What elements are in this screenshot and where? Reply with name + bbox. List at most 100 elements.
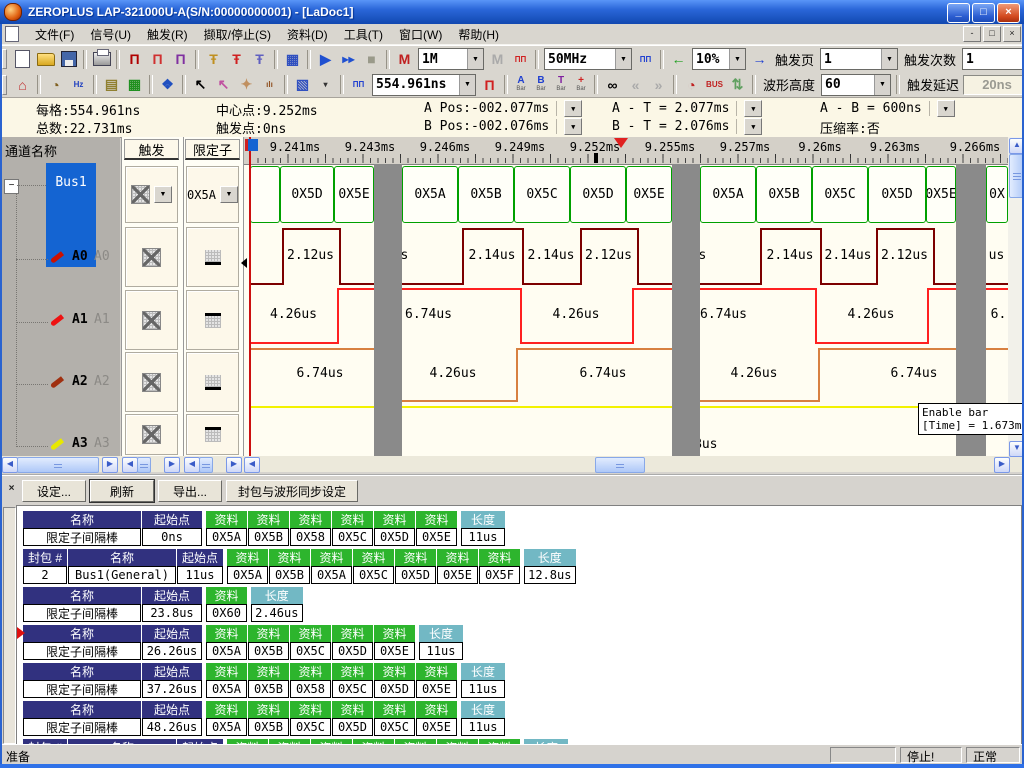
navigator-icon[interactable]: ❖ xyxy=(156,74,179,96)
clock-icon[interactable]: ◔ xyxy=(44,74,67,96)
packet-value-row[interactable]: 2Bus1(General)11us0X5A0X5B0X5A0X5C0X5D0X… xyxy=(23,566,577,584)
channel-label-a2[interactable]: A2 xyxy=(72,374,88,389)
save-icon[interactable] xyxy=(57,48,80,70)
waveform-scroll-thumb[interactable] xyxy=(595,457,645,473)
refresh-button[interactable]: 刷新 xyxy=(90,480,154,502)
memory-page-gray-icon[interactable]: M xyxy=(486,48,509,70)
trigger-scroll-right-button[interactable]: ▶ xyxy=(164,457,180,473)
qualifier-level-box[interactable] xyxy=(205,313,221,328)
menu-item-6[interactable]: 工具(T) xyxy=(336,24,391,45)
qualifier-scroll-thumb[interactable] xyxy=(199,457,213,473)
zoom-wave-icon[interactable]: ПП xyxy=(347,74,370,96)
wave-height-combo[interactable]: 60▼ xyxy=(821,74,891,96)
maximize-button[interactable]: □ xyxy=(972,3,995,23)
chevron-down-icon[interactable]: ▼ xyxy=(937,100,955,117)
menu-item-8[interactable]: 帮助(H) xyxy=(450,24,507,45)
trigger-cell-a1[interactable] xyxy=(125,290,178,350)
waveform-scroll-left-button[interactable]: ◀ xyxy=(244,457,260,473)
statistics-icon[interactable]: ılı xyxy=(258,74,281,96)
channel-label-a0[interactable]: A0 xyxy=(72,249,88,264)
new-document-icon[interactable] xyxy=(11,48,34,70)
toolbar-handle[interactable] xyxy=(2,75,7,95)
wave-mode-icon[interactable]: ▧ xyxy=(291,74,314,96)
mdi-close-button[interactable]: × xyxy=(1003,26,1021,42)
frequency-icon[interactable]: Hz xyxy=(67,74,90,96)
pulse-red-icon[interactable]: ПП xyxy=(509,48,532,70)
export-button[interactable]: 导出... xyxy=(158,480,222,502)
edit-pointer-icon[interactable]: ↖ xyxy=(212,74,235,96)
b-bar-icon[interactable]: BBar xyxy=(531,74,551,96)
chevron-down-icon[interactable]: ▼ xyxy=(729,49,745,69)
trigger-cursor-icon[interactable]: Ŧ xyxy=(248,48,271,70)
tree-expander[interactable]: − xyxy=(4,179,19,194)
close-button[interactable]: × xyxy=(997,3,1020,23)
chevron-down-icon[interactable]: ▼ xyxy=(874,75,890,95)
plus-bar-icon[interactable]: +Bar xyxy=(571,74,591,96)
find-icon[interactable]: ∞ xyxy=(601,74,624,96)
chevron-down-icon[interactable]: ▼ xyxy=(744,100,762,117)
bus-channel-label[interactable]: Bus1 xyxy=(46,163,96,267)
qualifier-cell-bus1[interactable]: 0X5A▼ xyxy=(186,166,239,223)
channel-scroll-thumb[interactable] xyxy=(17,457,99,473)
qualifier-cell-a0[interactable] xyxy=(186,227,239,287)
pan-left-icon[interactable]: ← xyxy=(667,48,690,70)
trigger-count-combo[interactable]: 1▼ xyxy=(962,48,1024,70)
trigger-mark-icon[interactable]: Ŧ xyxy=(202,48,225,70)
trigger-cell-bus1[interactable]: ▼ xyxy=(125,166,178,223)
trigger-bar-line[interactable] xyxy=(249,137,251,456)
packet-value-row[interactable]: 限定子间隔棒0ns0X5A0X5B0X580X5C0X5D0X5E11us xyxy=(23,528,506,546)
chevron-down-icon[interactable]: ▼ xyxy=(615,49,631,69)
qualifier-level-box[interactable] xyxy=(205,375,221,390)
menu-item-1[interactable]: 文件(F) xyxy=(27,24,82,45)
packet-value-row[interactable]: 限定子间隔棒37.26us0X5A0X5B0X580X5C0X5D0X5E11u… xyxy=(23,680,506,698)
sync-param-icon[interactable]: ◔ xyxy=(680,74,703,96)
goto-prev-icon[interactable]: « xyxy=(624,74,647,96)
time-div-combo[interactable]: 554.961ns▼ xyxy=(372,74,476,96)
channel-scroll-left-button[interactable]: ◀ xyxy=(2,457,18,473)
pointer-icon[interactable]: ↖ xyxy=(189,74,212,96)
sample-rate-combo[interactable]: 50MHz▼ xyxy=(544,48,632,70)
trigger-cell-a3[interactable] xyxy=(125,414,178,455)
sync-settings-button[interactable]: 封包与波形同步设定 xyxy=(226,480,358,502)
trigger-center-icon[interactable]: Ŧ xyxy=(225,48,248,70)
mdi-minimize-button[interactable]: - xyxy=(963,26,981,42)
a-bar-icon[interactable]: ABar xyxy=(511,74,531,96)
channel-label-a1[interactable]: A1 xyxy=(72,312,88,327)
wave-mode-dropdown[interactable]: ▾ xyxy=(314,74,337,96)
channel-scroll-right-button[interactable]: ▶ xyxy=(102,457,118,473)
print-icon[interactable] xyxy=(90,48,113,70)
trigger-pattern-box[interactable] xyxy=(142,248,161,267)
qualifier-level-box[interactable] xyxy=(205,250,221,265)
packet-value-row[interactable]: 限定子间隔棒48.26us0X5A0X5B0X5C0X5D0X5C0X5E11u… xyxy=(23,718,506,736)
qualifier-scroll-right-button[interactable]: ▶ xyxy=(226,457,242,473)
menu-item-5[interactable]: 资料(D) xyxy=(279,24,336,45)
single-run-icon[interactable]: ▶ xyxy=(314,48,337,70)
stop-icon[interactable]: ■ xyxy=(360,48,383,70)
collapse-arrow-icon[interactable] xyxy=(241,258,247,268)
sampling-setup-icon[interactable]: Π xyxy=(146,48,169,70)
packet-left-scrollbar[interactable] xyxy=(3,507,16,744)
repeat-run-icon[interactable]: ▶▶ xyxy=(337,48,360,70)
updown-icon[interactable]: ⇅ xyxy=(726,74,749,96)
menu-item-3[interactable]: 触发(R) xyxy=(139,24,196,45)
trigger-position-marker[interactable] xyxy=(614,138,628,148)
qualifier-cell-a1[interactable] xyxy=(186,290,239,350)
trigger-page-combo[interactable]: 1▼ xyxy=(820,48,898,70)
chevron-down-icon[interactable]: ▼ xyxy=(744,118,762,135)
bus-setup-icon[interactable]: BUS xyxy=(703,74,726,96)
menu-item-2[interactable]: 信号(U) xyxy=(82,24,139,45)
toolbar-handle[interactable] xyxy=(2,49,7,69)
trigger-pattern-box[interactable] xyxy=(131,185,150,204)
chevron-down-icon[interactable]: ▼ xyxy=(220,186,238,203)
menu-item-7[interactable]: 窗口(W) xyxy=(391,24,450,45)
waveform-window-icon[interactable]: ▤ xyxy=(100,74,123,96)
qualifier-level-box[interactable] xyxy=(205,427,221,442)
pulse-blue-icon[interactable]: ПП xyxy=(634,48,657,70)
t-bar-icon[interactable]: TBar xyxy=(551,74,571,96)
memory-depth-combo[interactable]: 1M▼ xyxy=(418,48,484,70)
chevron-down-icon[interactable]: ▼ xyxy=(881,49,897,69)
goto-next-icon[interactable]: » xyxy=(647,74,670,96)
trigger-pattern-box[interactable] xyxy=(142,373,161,392)
qualifier-scroll-left-button[interactable]: ◀ xyxy=(184,457,200,473)
chevron-down-icon[interactable]: ▼ xyxy=(154,186,172,203)
